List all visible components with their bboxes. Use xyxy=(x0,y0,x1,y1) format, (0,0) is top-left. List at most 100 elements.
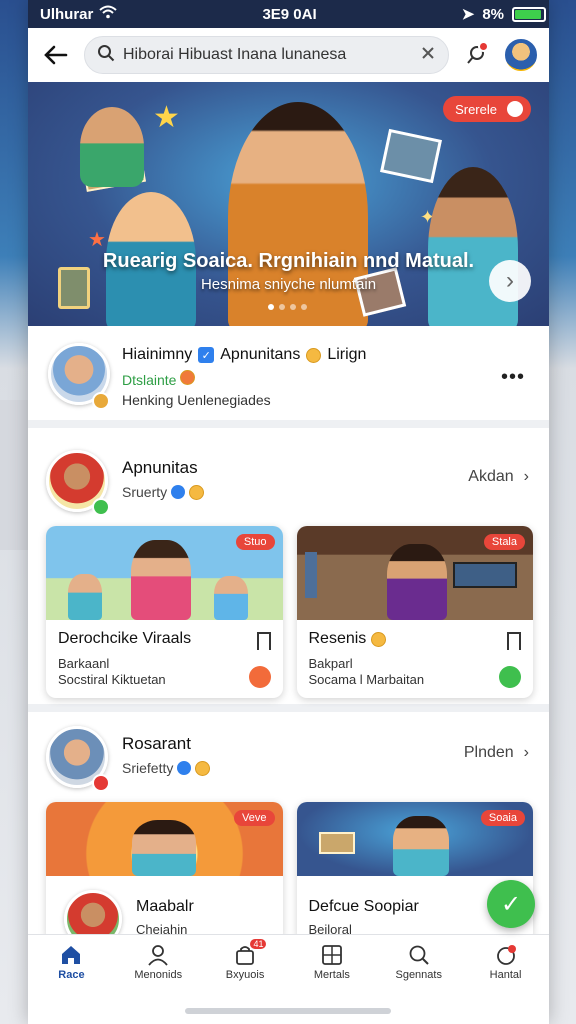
content-card[interactable]: Stuo Derochcike Viraals Barkaanl Socstir… xyxy=(46,526,283,698)
home-indicator[interactable] xyxy=(185,1008,391,1014)
back-button[interactable] xyxy=(38,37,74,73)
status-dot-icon xyxy=(248,666,271,688)
content-card[interactable]: Veve Maabalr Cheiahin xyxy=(46,802,283,942)
hero-badge[interactable]: Srerele xyxy=(443,96,531,122)
card-thumbnail: Veve xyxy=(46,802,283,876)
emoji-icon xyxy=(180,370,196,385)
check-icon: ✓ xyxy=(500,890,522,918)
nav-item-grid[interactable]: Mertals xyxy=(288,935,375,990)
section-apnunitas: Apnunitas Sruerty Akdan › Stuo Derochcik… xyxy=(28,436,549,712)
emoji-icon xyxy=(189,484,205,500)
section-action-label: Akdan xyxy=(468,468,514,485)
notification-badge-icon xyxy=(92,774,110,792)
card-title: Defcue Soopiar xyxy=(308,898,419,915)
checkmark-icon: ✓ xyxy=(198,347,215,363)
search-bar[interactable] xyxy=(84,36,449,74)
top-bar xyxy=(28,28,549,82)
nav-label: Sgennats xyxy=(395,969,442,981)
arrow-left-icon xyxy=(44,45,68,65)
status-bar: Ulhurar 3E9 0AI ➤ 8% xyxy=(28,0,549,28)
grid-icon xyxy=(321,944,343,966)
section-title: Apnunitas xyxy=(122,458,198,477)
nav-label: Mertals xyxy=(313,969,350,981)
section-subtitle: Sriefetty xyxy=(122,760,211,776)
hero-subtitle: Hesnima sniyche nlumtain xyxy=(200,276,377,293)
profile-name-tail: Lirign xyxy=(327,346,367,363)
nav-label: Menonids xyxy=(134,969,183,981)
section-header[interactable]: Apnunitas Sruerty Akdan › xyxy=(28,436,549,526)
content-card[interactable]: Stala Resenis Bakparl Socama l Marbaitan xyxy=(296,526,533,698)
card-thumbnail: Soaia xyxy=(296,802,533,876)
battery-icon xyxy=(512,6,546,22)
card-tag: Stuo xyxy=(235,534,275,550)
chevron-right-icon: › xyxy=(523,468,529,485)
user-avatar[interactable] xyxy=(503,37,539,73)
section-header[interactable]: Rosarant Sriefetty Plnden › xyxy=(28,712,549,802)
nav-item-search[interactable]: Sgennats xyxy=(375,935,462,990)
confirm-fab-button[interactable]: ✓ xyxy=(487,880,535,928)
nav-item-members[interactable]: Menonids xyxy=(115,935,202,990)
search-icon xyxy=(97,44,115,67)
emoji-icon xyxy=(195,760,211,776)
hero-badge-label: Srerele xyxy=(455,101,497,117)
profile-name: Hiainimny ✓ Apnunitans Lirign xyxy=(122,346,366,364)
card-title-text: Resenis xyxy=(308,630,367,647)
verified-badge-icon xyxy=(92,392,110,410)
more-options-button[interactable]: ••• xyxy=(501,366,525,389)
carousel-dots[interactable] xyxy=(268,304,307,310)
hero-child xyxy=(428,167,518,326)
carousel-dot[interactable] xyxy=(290,304,296,310)
app-window: Ulhurar 3E9 0AI ➤ 8% Hiborai Hibuast Ina… xyxy=(28,0,549,1024)
nav-item-home[interactable]: Race xyxy=(28,935,115,990)
status-dot-icon xyxy=(499,666,521,688)
card-tag: Soaia xyxy=(480,810,525,826)
emoji-icon xyxy=(371,631,387,647)
profile-name-suffix: Apnunitans xyxy=(220,346,301,363)
section-action-link[interactable]: Akdan › xyxy=(468,468,529,486)
carrier-label: Ulhurar xyxy=(40,5,94,23)
card-line: Bakparl xyxy=(308,656,353,671)
section-title: Rosarant xyxy=(122,734,191,753)
clear-icon[interactable] xyxy=(420,45,436,66)
card-line: Socstiral Kiktuetan xyxy=(58,672,166,687)
home-icon xyxy=(60,944,82,966)
section-subtitle: Sruerty xyxy=(122,484,205,500)
nav-label: Hantal xyxy=(489,969,522,981)
search-input[interactable] xyxy=(123,46,412,64)
card-row: Veve Maabalr Cheiahin Soaia Defcue Soopi… xyxy=(28,802,549,942)
profile-description: Henking Uenlenegiades xyxy=(122,392,271,408)
search-icon xyxy=(408,944,430,966)
nav-item-heart[interactable]: Hantal xyxy=(462,935,549,990)
section-action-link[interactable]: Plnden › xyxy=(464,744,529,762)
hero-banner[interactable]: ★ ★ ✦ Srerele Ruearig Soaica. Rrgnihiain… xyxy=(28,82,549,326)
card-row: Stuo Derochcike Viraals Barkaanl Socstir… xyxy=(28,526,549,698)
nav-item-bag[interactable]: 41 Bxyuois xyxy=(202,935,289,990)
section-rosarant: Rosarant Sriefetty Plnden › Veve Maabalr xyxy=(28,712,549,942)
notifications-button[interactable] xyxy=(459,38,493,72)
heart-icon xyxy=(495,944,517,966)
carousel-next-button[interactable]: › xyxy=(489,260,531,302)
photo-card xyxy=(380,128,442,184)
badge-dot-icon xyxy=(507,101,523,117)
bottom-navigation: Race Menonids 41 Bxyuois Mertals Sgennat… xyxy=(28,934,549,990)
card-thumbnail: Stala xyxy=(296,526,533,620)
profile-name-text: Hiainimny xyxy=(122,346,193,363)
profile-status-text: Dtslainte xyxy=(122,372,177,388)
bookmark-icon[interactable] xyxy=(256,632,271,650)
section-action-label: Plnden xyxy=(463,744,514,761)
verified-icon xyxy=(177,761,192,775)
chevron-right-icon: › xyxy=(506,267,514,294)
bookmark-icon[interactable] xyxy=(507,632,521,650)
carousel-dot[interactable] xyxy=(268,304,274,310)
emoji-icon xyxy=(306,347,322,363)
card-line: Socama l Marbaitan xyxy=(308,672,425,687)
carousel-dot[interactable] xyxy=(301,304,307,310)
star-icon: ★ xyxy=(153,101,180,134)
carousel-dot[interactable] xyxy=(279,304,285,310)
card-tag: Stala xyxy=(483,534,525,550)
profile-card[interactable]: Hiainimny ✓ Apnunitans Lirign Dtslainte … xyxy=(28,326,549,428)
online-badge-icon xyxy=(92,498,110,516)
card-title: Maabalr xyxy=(136,898,194,915)
hero-title: Ruearig Soaica. Rrgnihiain nnd Matual. xyxy=(102,250,475,272)
card-thumbnail: Stuo xyxy=(46,526,283,620)
